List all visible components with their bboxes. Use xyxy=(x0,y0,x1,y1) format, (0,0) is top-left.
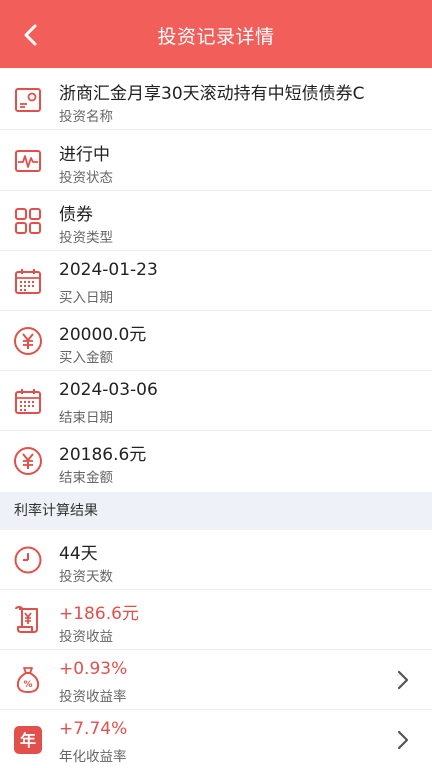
end-date-label: 结束日期 xyxy=(59,410,113,426)
buy-date-value: 2024-01-23 xyxy=(59,260,158,280)
calendar-icon xyxy=(13,386,43,416)
chevron-right-icon xyxy=(397,670,409,690)
return-rate-value: +0.93% xyxy=(59,659,128,679)
detail-row-type: 债券 投资类型 xyxy=(0,191,432,251)
end-amount-value: 20186.6元 xyxy=(59,445,147,465)
profit-value: +186.6元 xyxy=(59,604,139,624)
calendar-icon xyxy=(13,266,43,296)
profit-label: 投资收益 xyxy=(59,629,113,645)
annual-rate-value: +7.74% xyxy=(59,719,128,739)
investment-name-value: 浙商汇金月享30天滚动持有中短债债券C xyxy=(59,84,365,104)
yen-icon xyxy=(13,326,43,356)
detail-row-end-amount: 20186.6元 结束金额 xyxy=(0,431,432,491)
buy-amount-label: 买入金额 xyxy=(59,350,113,366)
type-value: 债券 xyxy=(59,205,93,225)
detail-row-buy-date: 2024-01-23 买入日期 xyxy=(0,251,432,311)
status-value: 进行中 xyxy=(59,145,110,165)
year-badge-icon: 年 xyxy=(13,725,43,755)
result-row-return-rate[interactable]: % +0.93% 投资收益率 xyxy=(0,650,432,710)
detail-row-investment-name: 浙商汇金月享30天滚动持有中短债债券C 投资名称 xyxy=(0,70,432,130)
end-date-value: 2024-03-06 xyxy=(59,380,158,400)
detail-row-buy-amount: 20000.0元 买入金额 xyxy=(0,311,432,371)
result-row-profit: +186.6元 投资收益 xyxy=(0,590,432,650)
page-title: 投资记录详情 xyxy=(157,26,275,48)
scroll-yen-icon xyxy=(13,605,43,635)
money-bag-icon: % xyxy=(13,665,43,695)
top-app-bar: 投资记录详情 xyxy=(0,0,432,68)
yen-icon xyxy=(13,446,43,476)
grid-icon xyxy=(13,206,43,236)
type-label: 投资类型 xyxy=(59,230,113,246)
annual-rate-label: 年化收益率 xyxy=(59,749,127,765)
section-header-rate-results: 利率计算结果 xyxy=(0,492,432,530)
days-value: 44天 xyxy=(59,544,98,564)
buy-amount-value: 20000.0元 xyxy=(59,325,147,345)
year-badge-text: 年 xyxy=(20,731,36,750)
result-row-annual-rate[interactable]: 年 +7.74% 年化收益率 xyxy=(0,710,432,768)
return-rate-label: 投资收益率 xyxy=(59,689,127,705)
detail-row-status: 进行中 投资状态 xyxy=(0,131,432,191)
investment-name-label: 投资名称 xyxy=(59,109,113,125)
detail-row-end-date: 2024-03-06 结束日期 xyxy=(0,371,432,431)
clock-icon xyxy=(13,545,43,575)
buy-date-label: 买入日期 xyxy=(59,290,113,306)
days-label: 投资天数 xyxy=(59,569,113,585)
pulse-icon xyxy=(13,146,43,176)
end-amount-label: 结束金额 xyxy=(59,470,113,486)
result-row-days: 44天 投资天数 xyxy=(0,530,432,590)
svg-text:%: % xyxy=(23,680,32,690)
status-label: 投资状态 xyxy=(59,170,113,186)
chevron-right-icon xyxy=(397,730,409,750)
card-icon xyxy=(13,85,43,115)
